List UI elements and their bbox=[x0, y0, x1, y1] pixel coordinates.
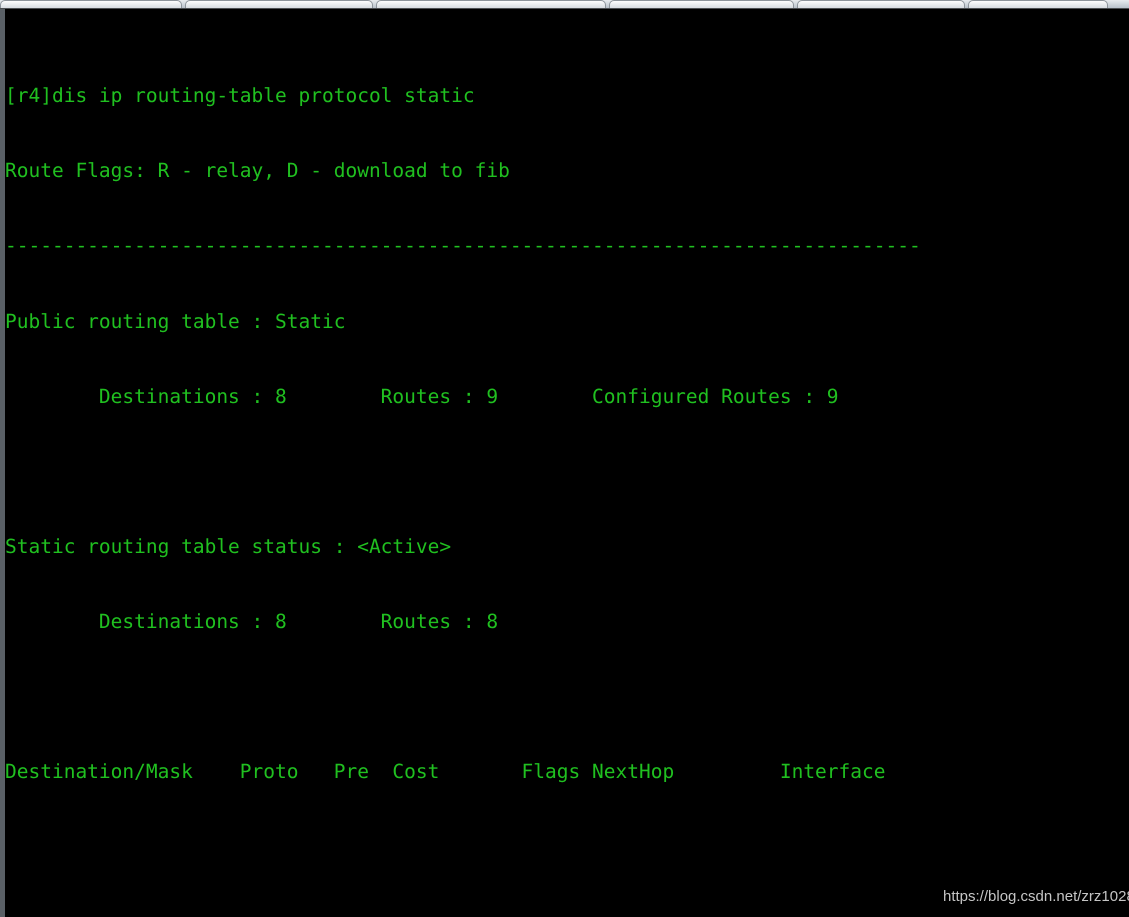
tab-item-2[interactable] bbox=[185, 0, 373, 8]
active-status-line: Static routing table status : <Active> bbox=[5, 534, 452, 558]
tab-item-1[interactable] bbox=[0, 0, 182, 8]
watermark: https://blog.csdn.net/zrz1028 bbox=[943, 888, 1129, 905]
tab-item-6[interactable] bbox=[968, 0, 1108, 8]
tab-strip bbox=[0, 0, 1129, 9]
tab-item-3[interactable] bbox=[376, 0, 606, 8]
active-table-header: Destination/Mask Proto Pre Cost Flags Ne… bbox=[5, 760, 886, 784]
tab-item-5[interactable] bbox=[797, 0, 965, 8]
blank-line-2 bbox=[5, 684, 944, 709]
command-line: [r4]dis ip routing-table protocol static bbox=[5, 84, 475, 108]
tab-item-4[interactable] bbox=[609, 0, 794, 8]
console-pane[interactable]: [r4]dis ip routing-table protocol static… bbox=[0, 9, 1129, 917]
public-routing-table-label: Public routing table : Static bbox=[5, 309, 346, 333]
public-routing-summary: Destinations : 8 Routes : 9 Configured R… bbox=[5, 384, 839, 408]
blank-line-1 bbox=[5, 459, 944, 484]
separator-line: ----------------------------------------… bbox=[5, 234, 921, 258]
terminal-window: [r4]dis ip routing-table protocol static… bbox=[0, 0, 1129, 917]
blank-line-3 bbox=[5, 835, 944, 860]
route-flags-line: Route Flags: R - relay, D - download to … bbox=[5, 159, 510, 183]
active-routing-summary: Destinations : 8 Routes : 8 bbox=[5, 610, 499, 634]
console-output: [r4]dis ip routing-table protocol static… bbox=[5, 9, 944, 917]
